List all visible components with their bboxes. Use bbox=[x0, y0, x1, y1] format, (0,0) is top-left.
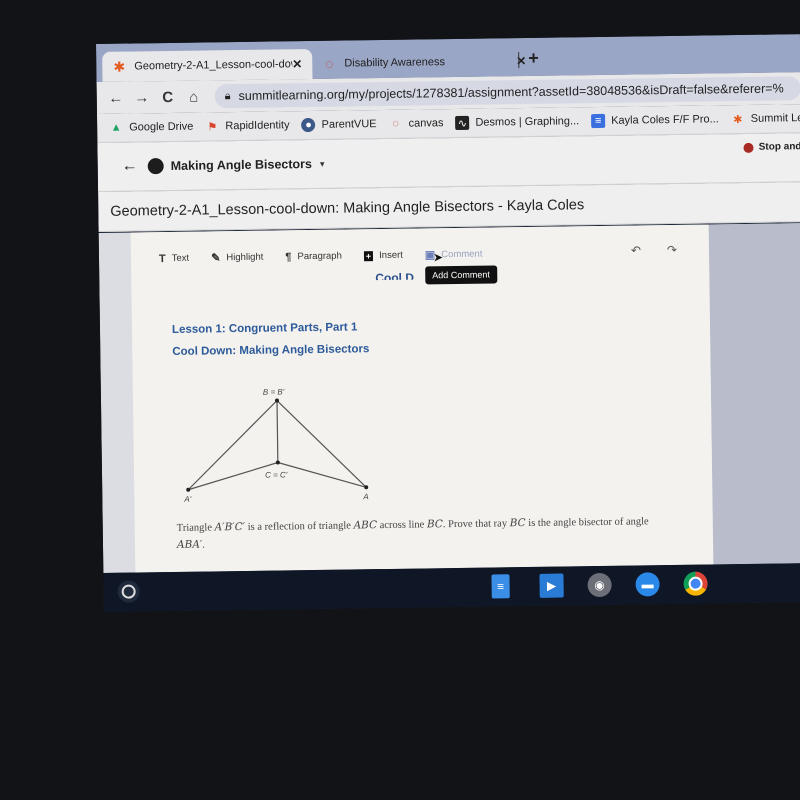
undo-icon[interactable]: ↶ bbox=[631, 243, 641, 257]
forward-button[interactable]: → bbox=[129, 89, 155, 106]
tab-geometry[interactable]: ✱ Geometry-2-A1_Lesson-cool-dow ✕ bbox=[102, 48, 313, 82]
bookmark-rapididentity[interactable]: ⚑ RapidIdentity bbox=[205, 118, 289, 133]
close-tab-icon[interactable]: ✕ bbox=[292, 57, 302, 71]
editor-toolbar: T Text ✎ Highlight ¶ Paragraph + Insert ▣ Com… bbox=[159, 247, 505, 265]
bookmark-google-drive[interactable]: ▲ Google Drive bbox=[109, 120, 194, 135]
tab-title: Geometry-2-A1_Lesson-cool-dow bbox=[134, 58, 293, 73]
google-docs-icon[interactable]: ≡ bbox=[491, 574, 510, 599]
lock-icon: 🔒︎ bbox=[224, 89, 231, 102]
triangle-diagram: B = B' C = C' A' A bbox=[183, 387, 368, 504]
tab-title: Disability Awareness bbox=[344, 56, 446, 70]
chrome-icon[interactable] bbox=[683, 571, 708, 596]
bookmark-summit[interactable]: ✱ Summit Le bbox=[731, 111, 800, 126]
bookmark-label: Google Drive bbox=[129, 120, 194, 134]
segment-bc bbox=[276, 400, 279, 463]
camera-icon[interactable]: ◉ bbox=[587, 572, 612, 598]
bookmark-label: RapidIdentity bbox=[225, 119, 290, 133]
tool-label: Paragraph bbox=[297, 250, 342, 263]
label-a: A bbox=[362, 492, 368, 501]
problem-text: Triangle bbox=[176, 522, 215, 534]
add-comment-tooltip: Add Comment bbox=[425, 265, 497, 285]
bookmark-label: Desmos | Graphing... bbox=[475, 115, 580, 129]
tool-label: Comment bbox=[441, 248, 483, 261]
bookmark-label: ParentVUE bbox=[321, 118, 377, 131]
document-page: T Text ✎ Highlight ¶ Paragraph + Insert ▣ Com… bbox=[130, 224, 714, 573]
tab-disability-awareness[interactable]: ◌ Disability Awareness ✕ bbox=[312, 46, 552, 79]
bookmark-label: Kayla Coles F/F Pro... bbox=[611, 113, 719, 127]
side-pane bbox=[708, 223, 800, 565]
google-drive-icon: ▲ bbox=[110, 121, 122, 134]
project-title[interactable]: Making Angle Bisectors bbox=[171, 157, 312, 173]
launcher-button[interactable] bbox=[117, 580, 140, 603]
insert-tool-button[interactable]: + Insert bbox=[363, 249, 403, 262]
tool-label: Text bbox=[171, 252, 190, 264]
home-button[interactable]: ⌂ bbox=[181, 88, 207, 105]
insert-plus-icon: + bbox=[363, 250, 374, 261]
project-logo-icon bbox=[147, 158, 164, 175]
problem-text: . bbox=[202, 539, 205, 551]
back-arrow-icon[interactable]: ← bbox=[122, 157, 138, 175]
bookmark-canvas[interactable]: ◌ canvas bbox=[388, 116, 443, 131]
math-term: BC bbox=[509, 517, 526, 530]
text-tool-button[interactable]: T Text bbox=[158, 252, 190, 265]
label-b: B = B' bbox=[263, 387, 285, 396]
canvas-icon: ◌ bbox=[392, 117, 399, 130]
math-term: A′B′C′ bbox=[214, 520, 246, 534]
canvas-ring-icon: ◌ bbox=[325, 55, 334, 72]
summit-icon: ✱ bbox=[733, 113, 743, 126]
stop-label: Stop and bbox=[758, 141, 800, 153]
tab-separator bbox=[518, 52, 520, 69]
desmos-icon: ∿ bbox=[455, 115, 470, 130]
new-tab-button[interactable]: + bbox=[528, 48, 539, 69]
files-icon[interactable]: ▬ bbox=[635, 572, 660, 597]
partial-heading: Cool D bbox=[375, 270, 414, 281]
stop-and-button[interactable]: Stop and bbox=[743, 141, 800, 153]
bookmark-desmos[interactable]: ∿ Desmos | Graphing... bbox=[455, 114, 579, 130]
summit-asterisk-icon: ✱ bbox=[113, 58, 126, 75]
bookmark-label: canvas bbox=[408, 117, 444, 130]
back-button[interactable]: ← bbox=[103, 89, 129, 106]
problem-statement: Triangle A′B′C′ is a reflection of trian… bbox=[177, 513, 667, 554]
cooldown-heading: Cool Down: Making Angle Bisectors bbox=[172, 343, 370, 358]
reload-button[interactable]: C bbox=[155, 88, 181, 105]
point-c bbox=[275, 460, 280, 465]
problem-text: is a reflection of triangle bbox=[245, 520, 354, 533]
math-term: BC bbox=[426, 518, 443, 531]
google-docs-icon: ≡ bbox=[591, 113, 606, 129]
tool-label: Insert bbox=[379, 249, 403, 262]
launcher-icon bbox=[121, 584, 136, 599]
lesson-heading: Lesson 1: Congruent Parts, Part 1 bbox=[171, 321, 358, 336]
math-term: ABC bbox=[353, 519, 378, 532]
chromebook-screen: ✱ Geometry-2-A1_Lesson-cool-dow ✕ ◌ Disa… bbox=[96, 34, 800, 612]
parentvue-icon: ● bbox=[301, 117, 316, 133]
chevron-down-icon[interactable]: ▾ bbox=[320, 158, 325, 169]
tool-label: Highlight bbox=[226, 251, 264, 264]
record-dot-icon bbox=[743, 142, 754, 153]
mouse-cursor-icon: ➤ bbox=[432, 250, 444, 265]
rapididentity-icon: ⚑ bbox=[207, 120, 218, 133]
highlighter-icon: ✎ bbox=[211, 252, 221, 265]
bookmark-parentvue[interactable]: ● ParentVUE bbox=[301, 117, 377, 133]
paragraph-icon: ¶ bbox=[285, 250, 292, 263]
label-a-prime: A' bbox=[183, 495, 191, 504]
math-term: ABA′ bbox=[176, 538, 203, 551]
bookmark-kayla-coles[interactable]: ≡ Kayla Coles F/F Pro... bbox=[591, 112, 719, 129]
problem-text: is the angle bisector of angle bbox=[525, 516, 649, 530]
bookmark-label: Summit Le bbox=[750, 112, 800, 125]
highlight-tool-button[interactable]: ✎ Highlight bbox=[211, 251, 263, 265]
redo-icon[interactable]: ↷ bbox=[667, 243, 677, 257]
problem-text: . Prove that ray bbox=[442, 518, 510, 531]
address-bar[interactable]: 🔒︎ summitlearning.org/my/projects/127838… bbox=[214, 76, 800, 109]
label-c: C = C' bbox=[265, 470, 288, 479]
text-icon: T bbox=[158, 252, 166, 265]
url-text: summitlearning.org/my/projects/1278381/a… bbox=[238, 81, 784, 104]
problem-text: across line bbox=[377, 519, 428, 532]
paragraph-tool-button[interactable]: ¶ Paragraph bbox=[285, 250, 342, 263]
play-store-icon[interactable]: ▶ bbox=[539, 573, 564, 598]
